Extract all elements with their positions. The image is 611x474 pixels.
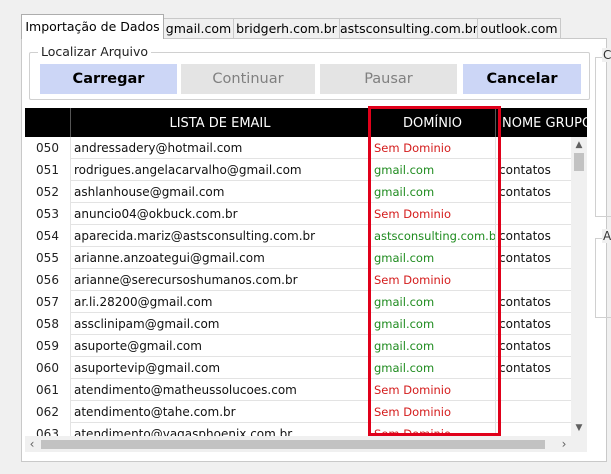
vertical-scroll-thumb[interactable] [574, 153, 584, 171]
domain-cell[interactable]: gmail.com [370, 357, 496, 379]
domain-cell[interactable]: Sem Dominio [370, 203, 496, 225]
table-row[interactable]: 052 ashlanhouse@gmail.com gmail.com contato… [25, 181, 571, 203]
domain-cell[interactable]: gmail.com [370, 247, 496, 269]
header-group-name[interactable]: NOME GRUPO [496, 108, 587, 137]
row-number: 056 [25, 269, 71, 291]
scroll-left-icon[interactable]: ‹ [25, 438, 39, 450]
table-row[interactable]: 050 andressadery@hotmail.com Sem Dominio [25, 137, 571, 159]
scroll-right-icon[interactable]: › [557, 438, 571, 450]
scroll-down-icon[interactable]: ▼ [571, 423, 587, 433]
file-group-title: Localizar Arquivo [38, 44, 152, 59]
email-cell[interactable]: asuporte@gmail.com [71, 335, 370, 357]
header-row-number [25, 108, 71, 137]
group-cell[interactable] [496, 401, 576, 423]
row-number: 050 [25, 137, 71, 159]
table-row[interactable]: 058 assclinipam@gmail.com gmail.com contato… [25, 313, 571, 335]
group-cell[interactable]: contatos [496, 291, 576, 313]
row-number: 053 [25, 203, 71, 225]
table-row[interactable]: 061 atendimento@matheussolucoes.com Sem Do… [25, 379, 571, 401]
table-row[interactable]: 060 asuportevip@gmail.com gmail.com contato… [25, 357, 571, 379]
tab-astsconsulting[interactable]: astsconsulting.com.br [339, 18, 478, 38]
grid-header: LISTA DE EMAIL DOMÍNIO NOME GRUPO [25, 108, 587, 137]
group-cell[interactable]: contatos [496, 357, 576, 379]
scroll-up-icon[interactable]: ▲ [571, 140, 587, 150]
email-cell[interactable]: ar.li.28200@gmail.com [71, 291, 370, 313]
row-number: 054 [25, 225, 71, 247]
group-cell[interactable] [496, 269, 576, 291]
group-cell[interactable]: contatos [496, 181, 576, 203]
load-button[interactable]: Carregar [40, 64, 177, 94]
email-cell[interactable]: atendimento@matheussolucoes.com [71, 379, 370, 401]
scrollbar-corner [571, 436, 587, 452]
table-row[interactable]: 057 ar.li.28200@gmail.com gmail.com contato… [25, 291, 571, 313]
grid-rows: 050 andressadery@hotmail.com Sem Dominio 05… [25, 137, 571, 440]
table-row[interactable]: 059 asuporte@gmail.com gmail.com contatos [25, 335, 571, 357]
side-group-top [595, 57, 611, 217]
domain-cell[interactable]: gmail.com [370, 313, 496, 335]
table-row[interactable]: 062 atendimento@tahe.com.br Sem Dominio [25, 401, 571, 423]
email-cell[interactable]: rodrigues.angelacarvalho@gmail.com [71, 159, 370, 181]
tab-outlook[interactable]: outlook.com [477, 18, 561, 38]
row-number: 051 [25, 159, 71, 181]
table-row[interactable]: 055 arianne.anzoategui@gmail.com gmail.com… [25, 247, 571, 269]
group-cell[interactable]: contatos [496, 313, 576, 335]
horizontal-scroll-thumb[interactable] [41, 440, 545, 449]
table-row[interactable]: 051 rodrigues.angelacarvalho@gmail.com gma… [25, 159, 571, 181]
email-cell[interactable]: aparecida.mariz@astsconsulting.com.br [71, 225, 370, 247]
row-number: 059 [25, 335, 71, 357]
group-cell[interactable] [496, 203, 576, 225]
group-cell[interactable] [496, 379, 576, 401]
domain-cell[interactable]: Sem Dominio [370, 379, 496, 401]
email-cell[interactable]: atendimento@tahe.com.br [71, 401, 370, 423]
email-cell[interactable]: arianne.anzoategui@gmail.com [71, 247, 370, 269]
pause-button[interactable]: Pausar [320, 64, 457, 94]
domain-cell[interactable]: astsconsulting.com.br [370, 225, 496, 247]
side-group-top-label: C [602, 48, 611, 62]
domain-cell[interactable]: Sem Dominio [370, 401, 496, 423]
row-number: 061 [25, 379, 71, 401]
domain-cell[interactable]: Sem Dominio [370, 269, 496, 291]
side-group-bottom-label: A [602, 229, 611, 243]
email-cell[interactable]: assclinipam@gmail.com [71, 313, 370, 335]
email-cell[interactable]: asuportevip@gmail.com [71, 357, 370, 379]
group-cell[interactable]: contatos [496, 159, 576, 181]
email-cell[interactable]: ashlanhouse@gmail.com [71, 181, 370, 203]
row-number: 058 [25, 313, 71, 335]
domain-cell[interactable]: gmail.com [370, 159, 496, 181]
table-row[interactable]: 056 arianne@serecursoshumanos.com.br Sem D… [25, 269, 571, 291]
header-domain[interactable]: DOMÍNIO [370, 108, 496, 137]
domain-cell[interactable]: gmail.com [370, 291, 496, 313]
group-cell[interactable]: contatos [496, 335, 576, 357]
continue-button[interactable]: Continuar [181, 64, 315, 94]
cancel-button[interactable]: Cancelar [463, 64, 581, 94]
group-cell[interactable]: contatos [496, 247, 576, 269]
tab-importacao-de-dados[interactable]: Importação de Dados [21, 14, 164, 39]
horizontal-scrollbar[interactable]: ‹ › [25, 436, 571, 452]
group-cell[interactable] [496, 137, 576, 159]
row-number: 057 [25, 291, 71, 313]
vertical-scrollbar[interactable]: ▲ ▼ [571, 137, 587, 436]
side-group-bottom [595, 238, 611, 318]
email-grid[interactable]: LISTA DE EMAIL DOMÍNIO NOME GRUPO 050 and… [25, 108, 587, 440]
tab-gmail[interactable]: gmail.com [163, 18, 234, 38]
domain-cell[interactable]: Sem Dominio [370, 137, 496, 159]
table-row[interactable]: 054 aparecida.mariz@astsconsulting.com.br… [25, 225, 571, 247]
tab-bridgerh[interactable]: bridgerh.com.br [233, 18, 340, 38]
table-row[interactable]: 053 anuncio04@okbuck.com.br Sem Dominio [25, 203, 571, 225]
header-email-list[interactable]: LISTA DE EMAIL [71, 108, 370, 137]
row-number: 052 [25, 181, 71, 203]
domain-cell[interactable]: gmail.com [370, 335, 496, 357]
row-number: 055 [25, 247, 71, 269]
row-number: 060 [25, 357, 71, 379]
group-cell[interactable]: contatos [496, 225, 576, 247]
email-cell[interactable]: andressadery@hotmail.com [71, 137, 370, 159]
domain-cell[interactable]: gmail.com [370, 181, 496, 203]
row-number: 062 [25, 401, 71, 423]
email-cell[interactable]: arianne@serecursoshumanos.com.br [71, 269, 370, 291]
email-cell[interactable]: anuncio04@okbuck.com.br [71, 203, 370, 225]
